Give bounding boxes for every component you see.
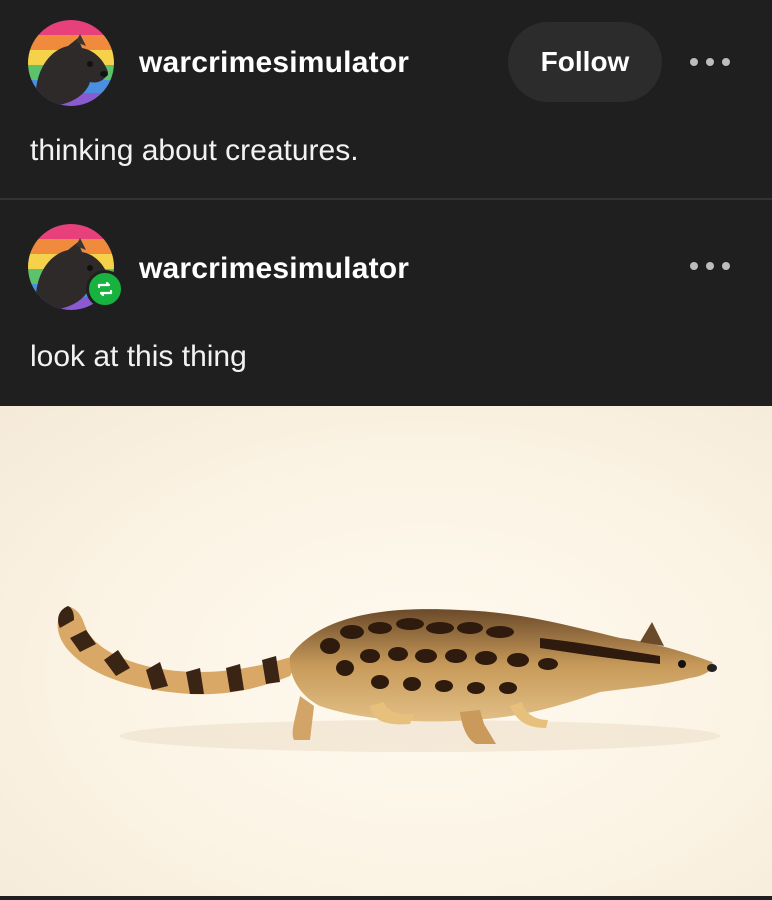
reblog-icon: [86, 270, 124, 308]
avatar-image: [28, 20, 114, 106]
more-options-icon[interactable]: [690, 52, 730, 72]
username[interactable]: warcrimesimulator: [139, 252, 409, 286]
post-text: thinking about creatures.: [30, 134, 359, 167]
follow-button[interactable]: Follow: [508, 22, 662, 102]
post-image[interactable]: [0, 406, 772, 896]
animal-illustration: [57, 606, 720, 752]
post-header: warcrimesimulator Follow: [0, 16, 772, 106]
avatar[interactable]: [28, 20, 114, 106]
username[interactable]: warcrimesimulator: [139, 46, 409, 80]
post-text: look at this thing: [30, 340, 247, 373]
more-options-icon[interactable]: [690, 256, 730, 276]
divider: [0, 198, 772, 200]
